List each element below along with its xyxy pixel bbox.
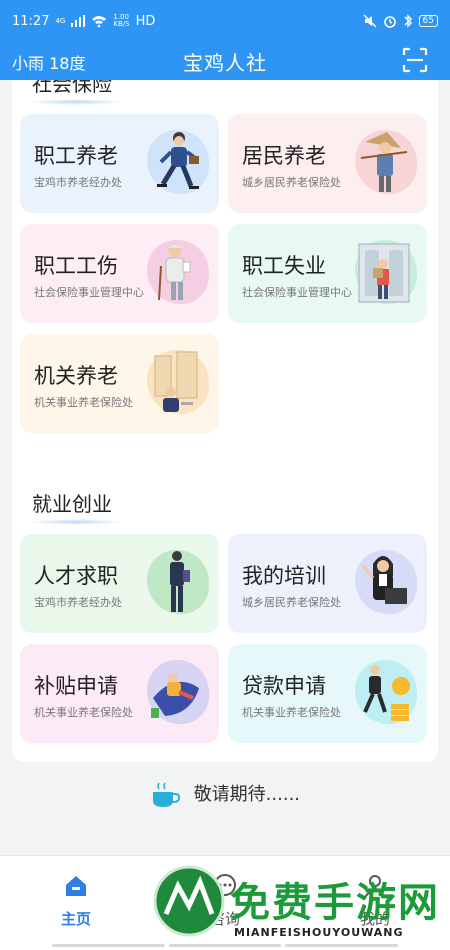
gesture-bar bbox=[0, 944, 450, 950]
watermark-logo-icon bbox=[153, 865, 225, 937]
tile-subtitle: 机关事业养老保险处 bbox=[34, 396, 133, 409]
tile-subsidy-application[interactable]: 补贴申请 机关事业养老保险处 bbox=[20, 644, 219, 743]
tile-unemployment[interactable]: 职工失业 社会保险事业管理中心 bbox=[228, 224, 427, 323]
trainer-icon bbox=[361, 556, 407, 604]
injured-worker-icon bbox=[158, 243, 191, 301]
tile-subtitle: 宝鸡市养老经办处 bbox=[34, 176, 122, 189]
tile-subtitle: 城乡居民养老保险处 bbox=[242, 596, 341, 609]
section-social-insurance: 社会保险 职工养老 宝鸡市养老经办处 居民养老 城乡居民养老保险处 职工工伤 社… bbox=[12, 80, 438, 540]
hd-label: HD bbox=[135, 13, 156, 29]
signal-icon bbox=[71, 15, 86, 27]
alarm-icon bbox=[383, 16, 396, 28]
tile-my-training[interactable]: 我的培训 城乡居民养老保险处 bbox=[228, 534, 427, 633]
title-underline bbox=[28, 519, 124, 525]
money-runner-icon bbox=[363, 665, 410, 721]
tile-subtitle: 机关事业养老保险处 bbox=[34, 706, 133, 719]
tile-resident-pension[interactable]: 居民养老 城乡居民养老保险处 bbox=[228, 114, 427, 213]
tile-title: 职工养老 bbox=[34, 144, 118, 168]
tile-subtitle: 社会保险事业管理中心 bbox=[242, 286, 352, 299]
tile-title: 职工失业 bbox=[242, 254, 326, 278]
tile-agency-pension[interactable]: 机关养老 机关事业养老保险处 bbox=[20, 334, 219, 433]
scan-icon[interactable] bbox=[402, 47, 428, 73]
farmer-icon bbox=[360, 132, 408, 192]
nav-home[interactable]: 主页 bbox=[31, 874, 121, 929]
running-man-icon bbox=[157, 132, 199, 189]
coffee-cup-icon bbox=[152, 782, 180, 807]
tile-subtitle: 宝鸡市养老经办处 bbox=[34, 596, 122, 609]
status-time: 11:27 bbox=[12, 13, 50, 29]
main-content: 社会保险 职工养老 宝鸡市养老经办处 居民养老 城乡居民养老保险处 职工工伤 社… bbox=[0, 80, 450, 855]
bluetooth-icon bbox=[404, 14, 412, 28]
watermark: 免费手游网 MIANFEISHOUYOUWANG bbox=[150, 862, 450, 950]
tile-title: 人才求职 bbox=[34, 564, 118, 588]
tile-title: 贷款申请 bbox=[242, 674, 326, 698]
coming-soon-text: 敬请期待...... bbox=[193, 784, 301, 805]
watermark-text: 免费手游网 bbox=[230, 880, 440, 926]
tile-loan-application[interactable]: 贷款申请 机关事业养老保险处 bbox=[228, 644, 427, 743]
nav-home-label: 主页 bbox=[60, 910, 91, 928]
section-employment: 就业创业 人才求职 宝鸡市养老经办处 我的培训 城乡居民养老保险处 补贴申请 机… bbox=[12, 472, 438, 762]
page-title: 宝鸡人社 bbox=[183, 51, 267, 75]
job-seeker-icon bbox=[170, 551, 190, 612]
home-icon bbox=[66, 876, 86, 896]
tile-title: 机关养老 bbox=[34, 364, 118, 388]
app-header: 小雨 18度 宝鸡人社 bbox=[0, 42, 450, 80]
relaxing-person-icon bbox=[151, 673, 199, 718]
status-bar: 11:27 4G 1.00 KB/S HD 65 bbox=[0, 0, 450, 42]
section-title: 就业创业 bbox=[28, 488, 124, 525]
tile-work-injury[interactable]: 职工工伤 社会保险事业管理中心 bbox=[20, 224, 219, 323]
coming-soon: 敬请期待...... bbox=[0, 780, 450, 809]
signal-label: 4G bbox=[55, 16, 66, 25]
net-speed-unit: KB/S bbox=[113, 20, 130, 28]
tile-title: 补贴申请 bbox=[34, 674, 118, 698]
section-title-text: 社会保险 bbox=[32, 80, 112, 96]
wifi-icon bbox=[92, 16, 107, 27]
mute-icon bbox=[363, 14, 377, 28]
tile-title: 居民养老 bbox=[242, 144, 326, 168]
battery-level: 65 bbox=[418, 15, 438, 27]
section-title: 社会保险 bbox=[28, 80, 124, 105]
tile-job-seeking[interactable]: 人才求职 宝鸡市养老经办处 bbox=[20, 534, 219, 633]
tile-title: 我的培训 bbox=[242, 564, 326, 588]
office-worker-icon bbox=[154, 351, 198, 412]
tile-subtitle: 社会保险事业管理中心 bbox=[34, 286, 144, 299]
tile-employee-pension[interactable]: 职工养老 宝鸡市养老经办处 bbox=[20, 114, 219, 213]
tile-subtitle: 城乡居民养老保险处 bbox=[242, 176, 341, 189]
watermark-subtext: MIANFEISHOUYOUWANG bbox=[234, 926, 404, 939]
title-underline bbox=[28, 99, 124, 105]
section-title-text: 就业创业 bbox=[32, 492, 112, 516]
box-carrier-icon bbox=[358, 243, 410, 303]
tile-subtitle: 机关事业养老保险处 bbox=[242, 706, 341, 719]
tile-title: 职工工伤 bbox=[34, 254, 118, 278]
